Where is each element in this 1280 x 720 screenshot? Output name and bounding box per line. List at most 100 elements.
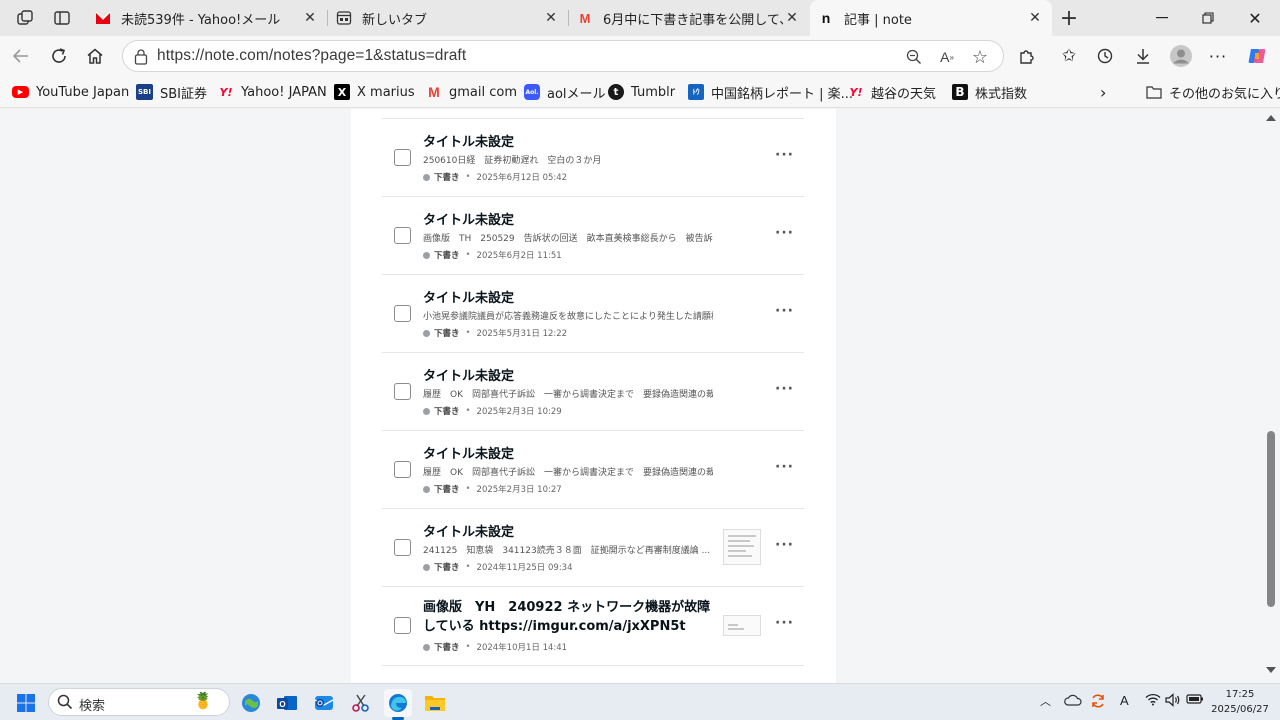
note-title[interactable]: タイトル未設定 <box>423 131 514 150</box>
restore-button[interactable] <box>1185 0 1231 36</box>
file-explorer-icon[interactable] <box>421 689 449 717</box>
favorite-aol[interactable]: Aol. aolメール <box>524 82 606 102</box>
thumbnail-line <box>728 545 754 547</box>
volume-icon[interactable] <box>1165 693 1181 710</box>
ime-indicator[interactable]: A <box>1120 693 1129 708</box>
note-excerpt: 履歴 OK 岡部喜代子訴訟 一審から調書決定まで 要録偽造関連の裁判官... <box>423 390 713 400</box>
note-title[interactable]: タイトル未設定 <box>423 287 514 306</box>
onedrive-icon[interactable] <box>1064 693 1082 710</box>
copilot-icon[interactable] <box>1242 42 1272 70</box>
extensions-icon[interactable] <box>1012 42 1042 70</box>
tab-actions-icon[interactable] <box>49 6 75 30</box>
home-button[interactable] <box>80 42 110 70</box>
close-window-button[interactable]: ✕ <box>1232 0 1278 36</box>
scroll-up-icon[interactable] <box>1266 115 1276 121</box>
close-icon[interactable]: ✕ <box>301 9 319 27</box>
sync-icon[interactable] <box>1090 693 1106 712</box>
note-row[interactable]: 画像版 YH 240922 ネットワーク機器が故障している https://im… <box>382 586 804 666</box>
close-icon[interactable]: ✕ <box>542 9 560 27</box>
taskbar-search[interactable]: 検索 🍍 <box>48 688 230 716</box>
select-checkbox[interactable] <box>394 305 411 322</box>
more-options-icon[interactable]: ··· <box>775 381 794 397</box>
note-row[interactable]: タイトル未設定 小池晃参議院議員が応答義務違反を故意にしたことにより発生した請願… <box>382 274 804 352</box>
status-dot-icon <box>423 563 430 571</box>
read-aloud-icon[interactable]: A» <box>936 46 958 68</box>
tab-new-tab[interactable]: 新しいタブ ✕ <box>328 0 568 36</box>
more-options-icon[interactable]: ··· <box>775 537 794 553</box>
favorite-star-icon[interactable]: ☆ <box>969 46 991 68</box>
url-text[interactable]: https://note.com/notes?page=1&status=dra… <box>157 47 466 65</box>
favorite-x[interactable]: X X marius <box>334 82 415 102</box>
snipping-tool-icon[interactable] <box>347 689 375 717</box>
favorite-yahoo-japan[interactable]: Y! Yahoo! JAPAN <box>218 82 327 102</box>
tray-chevron-icon[interactable]: ︿ <box>1040 693 1051 709</box>
other-favorites[interactable]: その他のお気に入り <box>1146 82 1280 102</box>
more-options-icon[interactable]: ··· <box>775 459 794 475</box>
favorites-icon[interactable]: ✩ <box>1054 42 1084 70</box>
favorite-koshigaya-weather[interactable]: Y! 越谷の天気 <box>848 82 937 102</box>
download-icon[interactable] <box>1128 42 1158 70</box>
back-button[interactable] <box>6 42 36 70</box>
note-row[interactable]: タイトル未設定 241125 知恵袋 341123読売３８面 証拠開示など再審制… <box>382 508 804 586</box>
note-title[interactable]: タイトル未設定 <box>423 365 514 384</box>
tab-title: 未読539件 - Yahoo!メール <box>121 12 281 28</box>
select-checkbox[interactable] <box>394 617 411 634</box>
select-checkbox[interactable] <box>394 539 411 556</box>
more-options-icon[interactable]: ··· <box>775 303 794 319</box>
note-row[interactable]: タイトル未設定 画像版 TH 250529 告訴状の回送 畝本直美検事総長から … <box>382 196 804 274</box>
new-tab-button[interactable]: + <box>1056 6 1082 31</box>
favorite-sbi[interactable]: SBI SBI証券 <box>136 82 207 102</box>
status-dot-icon <box>423 173 430 181</box>
edge-taskbar-icon[interactable] <box>384 689 412 720</box>
select-checkbox[interactable] <box>394 383 411 400</box>
widgets-icon[interactable] <box>237 689 265 717</box>
settings-menu-icon[interactable]: ··· <box>1203 42 1233 70</box>
favorite-tumblr[interactable]: t Tumblr <box>608 82 675 102</box>
select-checkbox[interactable] <box>394 227 411 244</box>
note-meta: 下書き • 2024年10月1日 14:41 <box>423 641 567 653</box>
outlook-new-icon[interactable] <box>310 689 338 717</box>
page-scrollbar[interactable] <box>1262 109 1280 683</box>
history-icon[interactable] <box>1090 42 1120 70</box>
note-title[interactable]: タイトル未設定 <box>423 443 514 462</box>
minimize-button[interactable] <box>1139 0 1185 36</box>
lock-icon[interactable] <box>131 47 151 67</box>
note-row[interactable]: タイトル未設定 履歴 OK 岡部喜代子訴訟 一審から調書決定まで 要録偽造関連の… <box>382 352 804 430</box>
note-title[interactable]: 画像版 YH 240922 ネットワーク機器が故障している https://im… <box>423 598 713 636</box>
battery-icon[interactable] <box>1186 693 1204 708</box>
avatar[interactable] <box>1166 42 1196 70</box>
close-icon[interactable]: ✕ <box>783 9 801 27</box>
note-thumbnail[interactable] <box>723 529 761 565</box>
yahoo-icon: Y! <box>849 85 863 99</box>
windows-start-icon[interactable] <box>12 689 40 717</box>
more-options-icon[interactable]: ··· <box>775 225 794 241</box>
select-checkbox[interactable] <box>394 461 411 478</box>
scrollbar-thumb[interactable] <box>1267 431 1275 607</box>
note-title[interactable]: タイトル未設定 <box>423 209 514 228</box>
scroll-down-icon[interactable] <box>1266 667 1276 673</box>
chevron-right-icon[interactable]: › <box>1100 82 1106 102</box>
tab-yahoo-mail[interactable]: 未読539件 - Yahoo!メール ✕ <box>87 0 327 36</box>
favorite-rakuten-report[interactable]: ﾄｳ 中国銘柄レポート | 楽... <box>688 82 853 102</box>
workspaces-icon[interactable] <box>12 6 38 30</box>
note-row[interactable]: タイトル未設定 250610日経 証券初動遅れ 空白の３か月 下書き • 2025年… <box>382 118 804 196</box>
note-title[interactable]: タイトル未設定 <box>423 521 514 540</box>
tab-gmail[interactable]: M 6月中に下書き記事を公開して、す ✕ <box>569 0 809 36</box>
refresh-button[interactable] <box>44 42 74 70</box>
zoom-icon[interactable] <box>903 46 925 68</box>
outlook-icon[interactable]: O <box>273 689 301 717</box>
favorite-youtube[interactable]: ▶ YouTube Japan <box>12 82 129 102</box>
note-date: 2025年2月3日 10:29 <box>476 407 562 417</box>
note-row[interactable]: タイトル未設定 履歴 OK 岡部喜代子訴訟 一審から調書決定まで 要録偽造関連の… <box>382 430 804 508</box>
more-options-icon[interactable]: ··· <box>775 147 794 163</box>
more-options-icon[interactable]: ··· <box>775 615 794 631</box>
favorite-stock-index[interactable]: B 株式指数 <box>952 82 1027 102</box>
note-thumbnail[interactable] <box>723 615 761 636</box>
address-bar[interactable]: https://note.com/notes?page=1&status=dra… <box>122 40 1004 72</box>
tab-note[interactable]: n 記事 | note ✕ <box>810 0 1052 36</box>
favorite-gmail[interactable]: M gmail com <box>426 82 517 102</box>
wifi-icon[interactable] <box>1145 693 1161 709</box>
close-icon[interactable]: ✕ <box>1026 9 1044 27</box>
select-checkbox[interactable] <box>394 149 411 166</box>
taskbar-clock[interactable]: 17:25 2025/06/27 <box>1208 687 1272 717</box>
